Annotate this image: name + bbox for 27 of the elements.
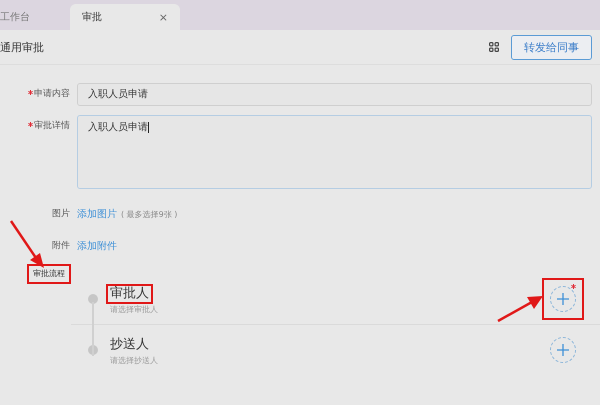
add-link[interactable]: 添加图片 (77, 207, 117, 221)
field-label: 图片 (51, 208, 70, 220)
textarea-field[interactable]: 入职人员申请 (77, 115, 592, 189)
step-hint: 请选择审批人 (109, 304, 159, 314)
field-label: 附件 (51, 240, 70, 252)
add-button[interactable] (550, 286, 576, 312)
tab[interactable]: 审批 × (70, 4, 180, 30)
hint-text: ( 最多选择9张 ) (121, 208, 178, 220)
page-title: 通用审批 (0, 40, 44, 54)
step-hint: 请选择抄送人 (109, 354, 159, 366)
step-title: 抄送人 (109, 336, 150, 354)
tab[interactable]: 工作台 (0, 4, 70, 30)
required-icon (28, 122, 33, 127)
field-label: 审批详情 (0, 115, 70, 138)
add-link[interactable]: 添加附件 (77, 239, 117, 253)
plus-icon (557, 293, 569, 305)
input-field[interactable]: 入职人员申请 (77, 83, 592, 106)
required-icon (571, 284, 576, 289)
required-icon (28, 90, 33, 95)
forward-button[interactable]: 转发给同事 (511, 34, 592, 60)
section-label: 审批流程 (27, 264, 71, 284)
step-title: 审批人 (106, 284, 153, 304)
plus-icon (557, 344, 569, 356)
grid-icon[interactable] (489, 42, 499, 52)
close-icon[interactable]: × (158, 10, 168, 24)
add-button[interactable] (550, 337, 576, 363)
field-label: 申请内容 (0, 83, 70, 106)
